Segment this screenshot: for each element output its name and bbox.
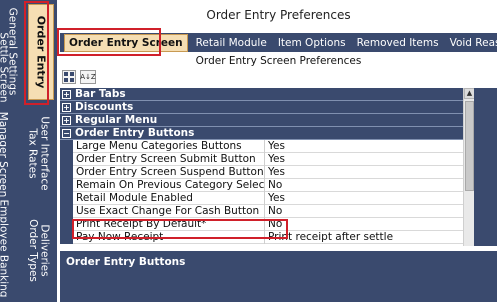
expand-icon[interactable]: + bbox=[62, 115, 71, 125]
row-gutter bbox=[60, 204, 73, 218]
row-gutter bbox=[60, 165, 73, 179]
category-regular-menu[interactable]: + Regular Menu bbox=[60, 114, 463, 127]
property-name: Retail Module Enabled bbox=[73, 191, 265, 205]
property-name: Order Entry Screen Suspend Button bbox=[73, 165, 265, 179]
property-row[interactable]: Order Entry Screen Submit Button Yes bbox=[60, 152, 463, 166]
property-value[interactable]: Yes bbox=[265, 140, 285, 153]
property-row[interactable]: Large Menu Categories Buttons Yes bbox=[60, 139, 463, 153]
property-row[interactable]: Use Exact Change For Cash Button No bbox=[60, 204, 463, 218]
category-discounts[interactable]: + Discounts bbox=[60, 101, 463, 114]
description-title: Order Entry Buttons bbox=[66, 256, 186, 268]
vtab-tax-rates-label: Tax Rates bbox=[26, 127, 39, 179]
row-gutter bbox=[60, 139, 73, 153]
row-gutter bbox=[60, 152, 73, 166]
highlight-frame-row bbox=[72, 219, 288, 239]
vtab-manager-screen[interactable]: Manager Screen bbox=[0, 106, 14, 202]
highlight-frame-tab bbox=[57, 28, 161, 56]
category-label: Discounts bbox=[75, 101, 134, 113]
scroll-thumb[interactable] bbox=[465, 101, 474, 191]
property-name: Order Entry Screen Submit Button bbox=[73, 152, 265, 166]
vtab-settle-screen[interactable]: Settle Screen bbox=[0, 18, 14, 116]
vertical-scrollbar[interactable]: ▲ bbox=[463, 88, 475, 246]
vtab-employee-banking[interactable]: Employee Banking bbox=[0, 199, 14, 297]
category-order-entry-buttons[interactable]: − Order Entry Buttons bbox=[60, 127, 463, 140]
property-value[interactable]: No bbox=[265, 179, 282, 192]
category-label: Bar Tabs bbox=[75, 88, 126, 100]
tab-removed-items[interactable]: Removed Items bbox=[357, 37, 439, 49]
tab-item-options[interactable]: Item Options bbox=[278, 37, 346, 49]
row-gutter bbox=[60, 178, 73, 192]
property-name: Use Exact Change For Cash Button bbox=[73, 204, 265, 218]
expand-icon[interactable]: + bbox=[62, 102, 71, 112]
category-label: Order Entry Buttons bbox=[75, 127, 195, 139]
categorized-icon[interactable] bbox=[62, 70, 76, 84]
property-row[interactable]: Retail Module Enabled Yes bbox=[60, 191, 463, 205]
property-toolbar: A↓Z bbox=[60, 68, 497, 86]
tab-retail-module[interactable]: Retail Module bbox=[196, 37, 267, 49]
property-row[interactable]: Order Entry Screen Suspend Button Yes bbox=[60, 165, 463, 179]
property-name: Large Menu Categories Buttons bbox=[73, 139, 265, 153]
grid-side-panel bbox=[474, 88, 497, 246]
category-label: Regular Menu bbox=[75, 114, 158, 126]
property-value[interactable]: No bbox=[265, 205, 282, 218]
vtab-order-types-label: Order Types bbox=[26, 218, 39, 282]
vtab-settle-screen-label: Settle Screen bbox=[0, 31, 10, 103]
row-gutter bbox=[60, 191, 73, 205]
property-value[interactable]: Yes bbox=[265, 153, 285, 166]
sort-az-icon[interactable]: A↓Z bbox=[80, 70, 96, 84]
vtab-manager-screen-label: Manager Screen bbox=[0, 111, 10, 197]
sort-az-label: A↓Z bbox=[80, 72, 96, 81]
tab-void-reasons[interactable]: Void Reasons bbox=[450, 37, 500, 49]
vtab-tax-rates[interactable]: Tax Rates bbox=[21, 125, 43, 181]
collapse-icon[interactable]: − bbox=[62, 128, 71, 138]
highlight-frame-vtab bbox=[24, 1, 49, 105]
property-value[interactable]: Yes bbox=[265, 166, 285, 179]
page-title: Order Entry Preferences bbox=[206, 8, 351, 22]
vtab-employee-banking-label: Employee Banking bbox=[0, 199, 10, 297]
property-name: Remain On Previous Category Selection bbox=[73, 178, 265, 192]
expand-icon[interactable]: + bbox=[62, 89, 71, 99]
property-value[interactable]: Yes bbox=[265, 192, 285, 205]
property-row[interactable]: Remain On Previous Category Selection No bbox=[60, 178, 463, 192]
vtab-order-types[interactable]: Order Types bbox=[21, 219, 43, 282]
description-panel: Order Entry Buttons bbox=[60, 251, 497, 302]
category-bar-tabs[interactable]: + Bar Tabs bbox=[60, 88, 463, 101]
section-subtitle: Order Entry Screen Preferences bbox=[195, 55, 362, 67]
